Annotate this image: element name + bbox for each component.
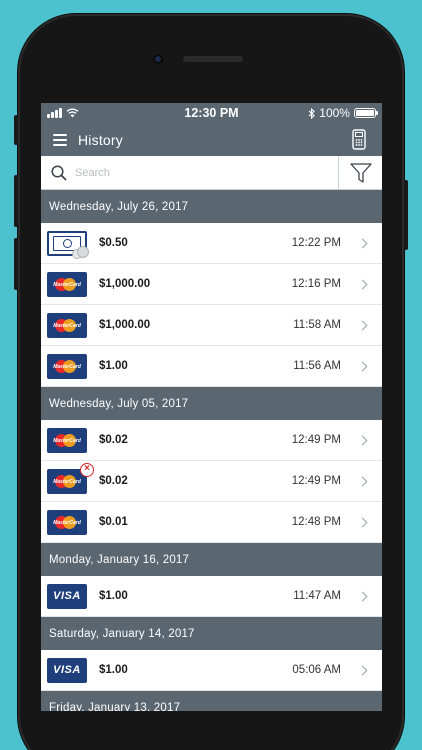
transaction-amount: $1,000.00 xyxy=(99,319,151,331)
mute-switch xyxy=(14,115,18,145)
status-bar: 12:30 PM 100% xyxy=(41,103,382,123)
filter-button[interactable] xyxy=(339,156,382,189)
transaction-amount: $0.02 xyxy=(99,475,128,487)
transaction-time: 12:22 PM xyxy=(291,237,341,249)
signal-icon xyxy=(47,108,62,118)
transaction-history-list: Wednesday, July 26, 2017 $0.50 12:22 PM Mas… xyxy=(41,190,382,711)
visa-icon: VISA xyxy=(47,583,87,609)
transaction-row[interactable]: MasterCard $1,000.00 12:16 PM xyxy=(41,264,382,305)
visa-icon: VISA xyxy=(47,657,87,683)
date-section-header: Friday, January 13, 2017 xyxy=(41,691,382,711)
visa-label: VISA xyxy=(53,590,81,602)
mastercard-icon: MasterCard xyxy=(47,312,87,338)
search-input[interactable] xyxy=(75,166,275,179)
battery-percent: 100% xyxy=(319,106,350,120)
cash-icon xyxy=(47,230,89,259)
transaction-amount: $0.01 xyxy=(99,516,128,528)
wifi-icon xyxy=(66,108,79,118)
battery-icon xyxy=(353,108,378,118)
volume-down-button xyxy=(14,238,18,290)
transaction-amount: $1.00 xyxy=(99,360,128,372)
mastercard-label: MasterCard xyxy=(53,519,81,526)
mastercard-icon: MasterCard xyxy=(47,427,87,453)
transaction-row[interactable]: VISA $1.00 11:47 AM xyxy=(41,576,382,617)
search-icon xyxy=(51,164,67,181)
page-title: History xyxy=(78,131,123,148)
earpiece-speaker xyxy=(183,56,243,62)
transaction-row[interactable]: VISA $1.00 05:06 AM xyxy=(41,650,382,691)
transaction-time: 12:48 PM xyxy=(291,516,341,528)
filter-icon xyxy=(349,162,372,183)
menu-icon[interactable] xyxy=(53,133,67,146)
chevron-right-icon xyxy=(357,435,368,445)
transaction-row[interactable]: MasterCard $1.00 11:56 AM xyxy=(41,346,382,387)
transaction-amount: $0.02 xyxy=(99,434,128,446)
mastercard-label: MasterCard xyxy=(53,322,81,329)
front-camera xyxy=(153,54,163,64)
bluetooth-icon xyxy=(308,107,316,119)
transaction-row[interactable]: MasterCard $0.02 12:49 PM xyxy=(41,420,382,461)
chevron-right-icon xyxy=(357,320,368,330)
clock: 12:30 PM xyxy=(184,106,239,120)
transaction-time: 12:16 PM xyxy=(291,278,341,290)
transaction-row[interactable]: $0.50 12:22 PM xyxy=(41,223,382,264)
volume-up-button xyxy=(14,175,18,227)
nav-bar: History xyxy=(41,123,382,156)
app-screen: 12:30 PM 100% History Search Wednesday, … xyxy=(41,103,382,711)
transaction-row[interactable]: MasterCard $0.01 12:48 PM xyxy=(41,502,382,543)
mastercard-label: MasterCard xyxy=(53,478,81,485)
transaction-amount: $1.00 xyxy=(99,664,128,676)
chevron-right-icon xyxy=(357,476,368,486)
card-reader-icon[interactable] xyxy=(352,129,366,150)
mastercard-icon: MasterCard xyxy=(47,353,87,379)
mastercard-label: MasterCard xyxy=(53,437,81,444)
date-section-header: Saturday, January 14, 2017 xyxy=(41,617,382,650)
transaction-time: 11:58 AM xyxy=(293,319,341,331)
transaction-amount: $1.00 xyxy=(99,590,128,602)
mastercard-icon: MasterCard xyxy=(47,271,87,297)
voided-x-icon: × xyxy=(80,463,94,477)
transaction-time: 12:49 PM xyxy=(291,434,341,446)
date-section-header: Monday, January 16, 2017 xyxy=(41,543,382,576)
transaction-row[interactable]: MasterCard $1,000.00 11:58 AM xyxy=(41,305,382,346)
chevron-right-icon xyxy=(357,665,368,675)
chevron-right-icon xyxy=(357,279,368,289)
date-section-header: Wednesday, July 26, 2017 xyxy=(41,190,382,223)
search-box xyxy=(41,156,339,189)
transaction-time: 11:56 AM xyxy=(293,360,341,372)
mastercard-label: MasterCard xyxy=(53,363,81,370)
chevron-right-icon xyxy=(357,591,368,601)
mastercard-label: MasterCard xyxy=(53,281,81,288)
transaction-row[interactable]: MasterCard × $0.02 12:49 PM xyxy=(41,461,382,502)
date-section-header: Wednesday, July 05, 2017 xyxy=(41,387,382,420)
chevron-right-icon xyxy=(357,361,368,371)
transaction-time: 12:49 PM xyxy=(291,475,341,487)
chevron-right-icon xyxy=(357,238,368,248)
visa-label: VISA xyxy=(53,664,81,676)
transaction-amount: $0.50 xyxy=(99,237,128,249)
transaction-amount: $1,000.00 xyxy=(99,278,151,290)
search-bar xyxy=(41,156,382,190)
power-button xyxy=(404,180,408,250)
transaction-time: 05:06 AM xyxy=(292,664,341,676)
mastercard-icon: MasterCard xyxy=(47,509,87,535)
transaction-time: 11:47 AM xyxy=(293,590,341,602)
chevron-right-icon xyxy=(357,517,368,527)
